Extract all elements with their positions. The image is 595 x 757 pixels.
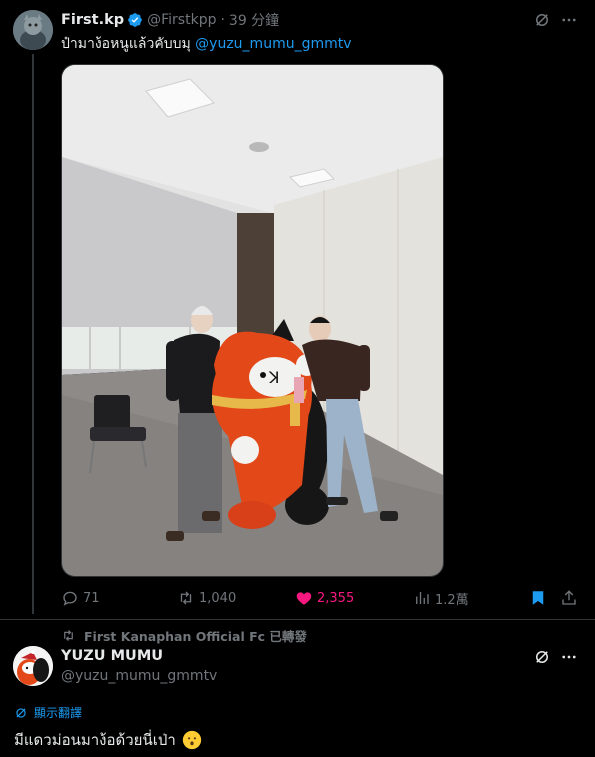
reply-icon — [63, 591, 77, 606]
grok-icon[interactable] — [533, 11, 551, 29]
bookmark-button[interactable] — [529, 587, 551, 609]
avatar[interactable] — [13, 10, 53, 50]
mention-link[interactable]: @yuzu_mumu_gmmtv — [195, 36, 351, 52]
like-count: 2,355 — [317, 590, 355, 606]
translate-link[interactable]: 顯示翻譯 — [14, 704, 82, 721]
tweet-body: มีแดวม่อนมาง้อด้วยนี่เป่า — [14, 731, 176, 749]
display-name[interactable]: First.kp — [61, 12, 124, 28]
timestamp[interactable]: 39 分鐘 — [229, 10, 279, 30]
svg-text:ꓘ: ꓘ — [268, 368, 280, 387]
bookmark-icon — [532, 591, 544, 605]
share-icon — [562, 590, 576, 605]
hushed-face-emoji — [182, 730, 201, 750]
verified-badge-icon — [128, 13, 142, 27]
handle[interactable]: @Firstkpp — [147, 12, 216, 28]
retweet-icon — [180, 591, 192, 605]
retweet-button[interactable]: 1,040 — [177, 587, 236, 609]
divider — [0, 619, 595, 620]
tweet-photo[interactable]: ꓘ — [61, 64, 444, 577]
display-name[interactable]: YUZU MUMU — [61, 648, 163, 664]
retweet-context[interactable]: First Kanaphan Official Fc 已轉發 — [61, 626, 307, 645]
retweeted-by-label: First Kanaphan Official Fc 已轉發 — [84, 629, 307, 644]
retweet-count: 1,040 — [199, 590, 237, 606]
thread-line — [32, 54, 34, 614]
grok-icon[interactable] — [533, 648, 551, 666]
views-button[interactable]: 1.2萬 — [413, 587, 469, 609]
more-icon[interactable] — [560, 11, 578, 29]
reply-button[interactable]: 71 — [61, 587, 100, 609]
action-bar: 71 1,040 2,355 1.2萬 — [61, 587, 581, 609]
tweet-text: ป๋ามาง้อหนูแล้วคับบมุ @yuzu_mumu_gmmtv — [61, 33, 352, 55]
more-icon[interactable] — [560, 648, 578, 666]
separator-dot: · — [220, 12, 225, 28]
share-button[interactable] — [560, 587, 582, 609]
translate-icon — [16, 707, 26, 718]
tweet-text: มีแดวม่อนมาง้อด้วยนี่เป่า — [14, 728, 202, 752]
retweet-icon — [64, 630, 73, 641]
avatar[interactable] — [13, 646, 53, 686]
views-count: 1.2萬 — [435, 592, 469, 608]
timeline: First.kp @Firstkpp · 39 分鐘 ป๋ามาง้อหนูแล… — [0, 0, 595, 757]
tweet-header: First.kp @Firstkpp · 39 分鐘 — [61, 10, 279, 30]
heart-icon — [296, 592, 312, 605]
views-icon — [416, 592, 429, 604]
tweet-body: ป๋ามาง้อหนูแล้วคับบมุ — [61, 36, 191, 52]
handle[interactable]: @yuzu_mumu_gmmtv — [61, 668, 217, 684]
translate-label: 顯示翻譯 — [34, 706, 83, 720]
reply-count: 71 — [83, 590, 100, 606]
like-button[interactable]: 2,355 — [295, 587, 354, 609]
